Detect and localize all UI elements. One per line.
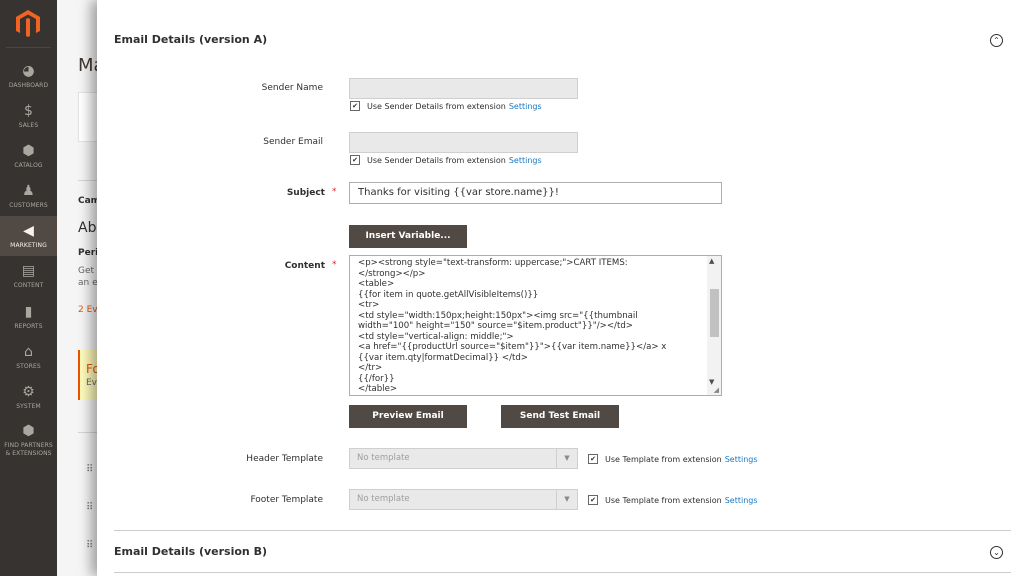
partners-icon: ⬢: [22, 423, 35, 439]
nav-sales[interactable]: $ SALES: [0, 96, 57, 136]
section-divider: [114, 572, 1011, 573]
settings-link[interactable]: Settings: [509, 102, 542, 111]
email-details-modal: Email Details (version A) ⌃ Sender Name …: [97, 0, 1024, 576]
nav-content[interactable]: ▤ CONTENT: [0, 256, 57, 296]
person-icon: ♟: [22, 182, 35, 199]
settings-link[interactable]: Settings: [725, 496, 758, 505]
content-label: Content: [284, 261, 325, 271]
use-sender-details-email-row: ✔ Use Sender Details from extension Sett…: [350, 155, 542, 165]
use-template-header-row: ✔ Use Template from extension Settings: [588, 454, 758, 464]
megaphone-icon: ◀: [23, 222, 34, 239]
sender-email-label: Sender Email: [263, 137, 323, 147]
preview-email-button[interactable]: Preview Email: [349, 405, 467, 428]
scrollbar-thumb[interactable]: [710, 289, 719, 337]
admin-sidebar: ◕ DASHBOARD $ SALES ⬢ CATALOG ♟ CUSTOMER…: [0, 0, 57, 576]
header-template-label: Header Template: [246, 454, 323, 464]
dollar-icon: $: [23, 102, 33, 119]
header-template-select[interactable]: No template ▼: [349, 448, 578, 469]
chevron-down-icon: ▼: [556, 490, 577, 509]
content-code: <p><strong style="text-transform: upperc…: [358, 258, 667, 394]
use-sender-details-checkbox[interactable]: ✔: [350, 155, 360, 165]
scroll-down-icon[interactable]: ▼: [709, 378, 714, 386]
scroll-up-icon[interactable]: ▲: [709, 257, 714, 265]
use-sender-details-checkbox[interactable]: ✔: [350, 101, 360, 111]
settings-link[interactable]: Settings: [725, 455, 758, 464]
chevron-down-icon: ▼: [556, 449, 577, 468]
nav-marketing[interactable]: ◀ MARKETING: [0, 216, 57, 256]
content-icon: ▤: [21, 262, 36, 279]
section-title-version-b[interactable]: Email Details (version B): [114, 545, 267, 558]
store-icon: ⌂: [24, 343, 33, 360]
subject-label: Subject: [286, 188, 325, 198]
use-sender-details-name-row: ✔ Use Sender Details from extension Sett…: [350, 101, 542, 111]
drag-handle-icon[interactable]: ⠿: [86, 540, 93, 551]
nav-catalog[interactable]: ⬢ CATALOG: [0, 136, 57, 176]
drag-handle-icon[interactable]: ⠿: [86, 502, 93, 513]
content-textarea[interactable]: <p><strong style="text-transform: upperc…: [349, 255, 722, 396]
footer-template-select[interactable]: No template ▼: [349, 489, 578, 510]
nav-find-partners[interactable]: ⬢ FIND PARTNERS & EXTENSIONS: [0, 418, 57, 464]
insert-variable-button[interactable]: Insert Variable...: [349, 225, 467, 248]
gear-icon: ⚙: [22, 383, 35, 400]
settings-link[interactable]: Settings: [509, 156, 542, 165]
resize-handle-icon[interactable]: ◢: [714, 386, 719, 394]
sender-email-input[interactable]: [349, 132, 578, 153]
bar-chart-icon: ▮: [24, 303, 33, 320]
send-test-email-button[interactable]: Send Test Email: [501, 405, 619, 428]
footer-template-label: Footer Template: [250, 495, 323, 505]
section-title-version-a[interactable]: Email Details (version A): [114, 33, 267, 46]
textarea-scrollbar[interactable]: ▲ ▼: [707, 256, 721, 395]
dashboard-icon: ◕: [22, 62, 35, 79]
nav-reports[interactable]: ▮ REPORTS: [0, 297, 57, 337]
use-template-checkbox[interactable]: ✔: [588, 495, 598, 505]
use-template-footer-row: ✔ Use Template from extension Settings: [588, 495, 758, 505]
drag-handle-icon[interactable]: ⠿: [86, 464, 93, 475]
sender-name-input[interactable]: [349, 78, 578, 99]
cube-icon: ⬢: [22, 142, 35, 159]
expand-icon[interactable]: ⌄: [990, 546, 1003, 559]
use-template-checkbox[interactable]: ✔: [588, 454, 598, 464]
sender-name-label: Sender Name: [261, 83, 323, 93]
subject-input[interactable]: Thanks for visiting {{var store.name}}!: [349, 182, 722, 204]
required-star: *: [332, 260, 337, 270]
nav-stores[interactable]: ⌂ STORES: [0, 337, 57, 377]
magento-logo-icon[interactable]: [10, 6, 46, 42]
nav-dashboard[interactable]: ◕ DASHBOARD: [0, 56, 57, 96]
section-divider: [114, 530, 1011, 531]
required-star: *: [332, 187, 337, 197]
collapse-icon[interactable]: ⌃: [990, 34, 1003, 47]
nav-system[interactable]: ⚙ SYSTEM: [0, 377, 57, 417]
nav-customers[interactable]: ♟ CUSTOMERS: [0, 176, 57, 216]
